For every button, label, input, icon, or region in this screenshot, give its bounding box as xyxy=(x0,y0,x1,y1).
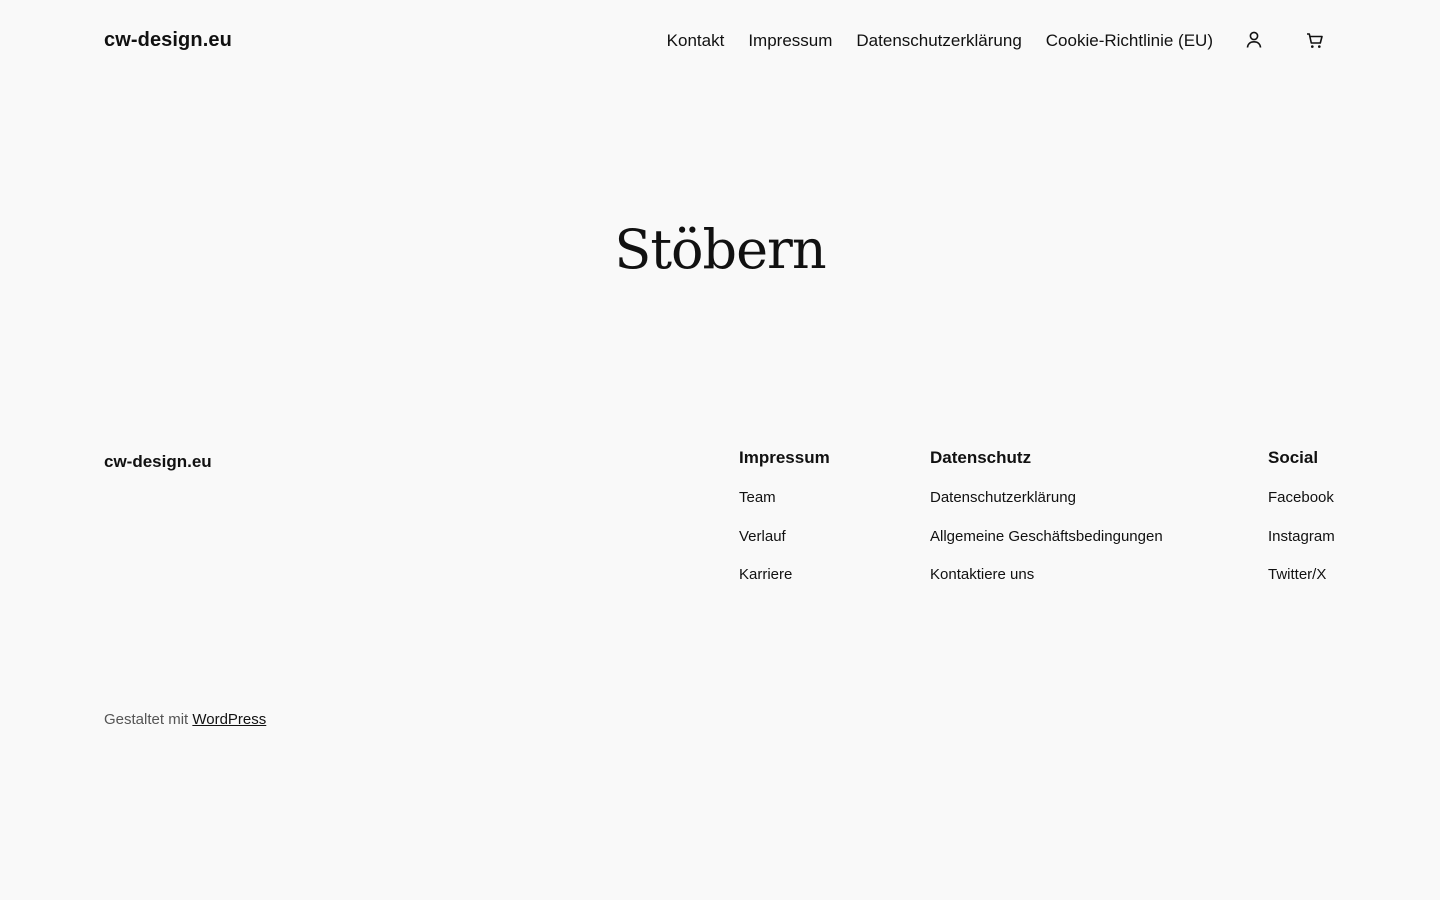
list-item: Twitter/X xyxy=(1268,564,1335,603)
account-button[interactable] xyxy=(1242,28,1266,52)
footer-heading-datenschutz: Datenschutz xyxy=(930,448,1032,467)
list-item: Kontaktiere uns xyxy=(930,564,1163,603)
footer-link-team[interactable]: Team xyxy=(739,489,776,506)
primary-navigation: Kontakt Impressum Datenschutzerklärung C… xyxy=(667,29,1213,53)
cart-button[interactable] xyxy=(1303,28,1327,52)
nav-item-datenschutzerklaerung[interactable]: Datenschutzerklärung xyxy=(856,29,1021,53)
list-item: Karriere xyxy=(739,564,830,603)
nav-item-kontakt[interactable]: Kontakt xyxy=(667,29,725,53)
site-title-link[interactable]: cw-design.eu xyxy=(104,28,232,52)
footer-link-agb[interactable]: Allgemeine Geschäftsbedingungen xyxy=(930,528,1163,545)
footer-links-datenschutz: Datenschutzerklärung Allgemeine Geschäft… xyxy=(930,487,1163,603)
footer-links-social: Facebook Instagram Twitter/X xyxy=(1268,487,1335,603)
site-header: cw-design.eu Kontakt Impressum Datenschu… xyxy=(0,0,1440,82)
list-item: Facebook xyxy=(1268,487,1335,526)
list-item: Verlauf xyxy=(739,526,830,565)
footer-heading-impressum: Impressum xyxy=(739,448,830,467)
footer-column-datenschutz: Datenschutz Datenschutzerklärung Allgeme… xyxy=(930,447,1163,603)
nav-item-cookie-richtlinie[interactable]: Cookie-Richtlinie (EU) xyxy=(1046,29,1213,53)
footer-link-twitter[interactable]: Twitter/X xyxy=(1268,566,1326,583)
account-icon xyxy=(1246,31,1262,48)
nav-item-impressum[interactable]: Impressum xyxy=(748,29,832,53)
footer-link-instagram[interactable]: Instagram xyxy=(1268,528,1335,545)
footer-link-datenschutzerklaerung[interactable]: Datenschutzerklärung xyxy=(930,489,1076,506)
footer-links-impressum: Team Verlauf Karriere xyxy=(739,487,830,603)
list-item: Instagram xyxy=(1268,526,1335,565)
page-title: Stöbern xyxy=(614,218,826,281)
list-item: Team xyxy=(739,487,830,526)
footer-link-facebook[interactable]: Facebook xyxy=(1268,489,1334,506)
footer-column-impressum: Impressum Team Verlauf Karriere xyxy=(739,447,830,603)
credit-prefix: Gestaltet mit xyxy=(104,711,193,728)
cart-icon xyxy=(1307,33,1323,48)
list-item: Datenschutzerklärung xyxy=(930,487,1163,526)
footer-column-social: Social Facebook Instagram Twitter/X xyxy=(1268,447,1335,603)
footer-credit: Gestaltet mit WordPress xyxy=(104,709,266,731)
footer-heading-social: Social xyxy=(1268,448,1319,467)
footer-link-verlauf[interactable]: Verlauf xyxy=(739,528,786,545)
footer-link-karriere[interactable]: Karriere xyxy=(739,566,792,583)
wordpress-link[interactable]: WordPress xyxy=(192,711,266,728)
footer-link-kontaktiere-uns[interactable]: Kontaktiere uns xyxy=(930,566,1034,583)
footer-site-title-link[interactable]: cw-design.eu xyxy=(104,451,212,473)
list-item: Allgemeine Geschäftsbedingungen xyxy=(930,526,1163,565)
